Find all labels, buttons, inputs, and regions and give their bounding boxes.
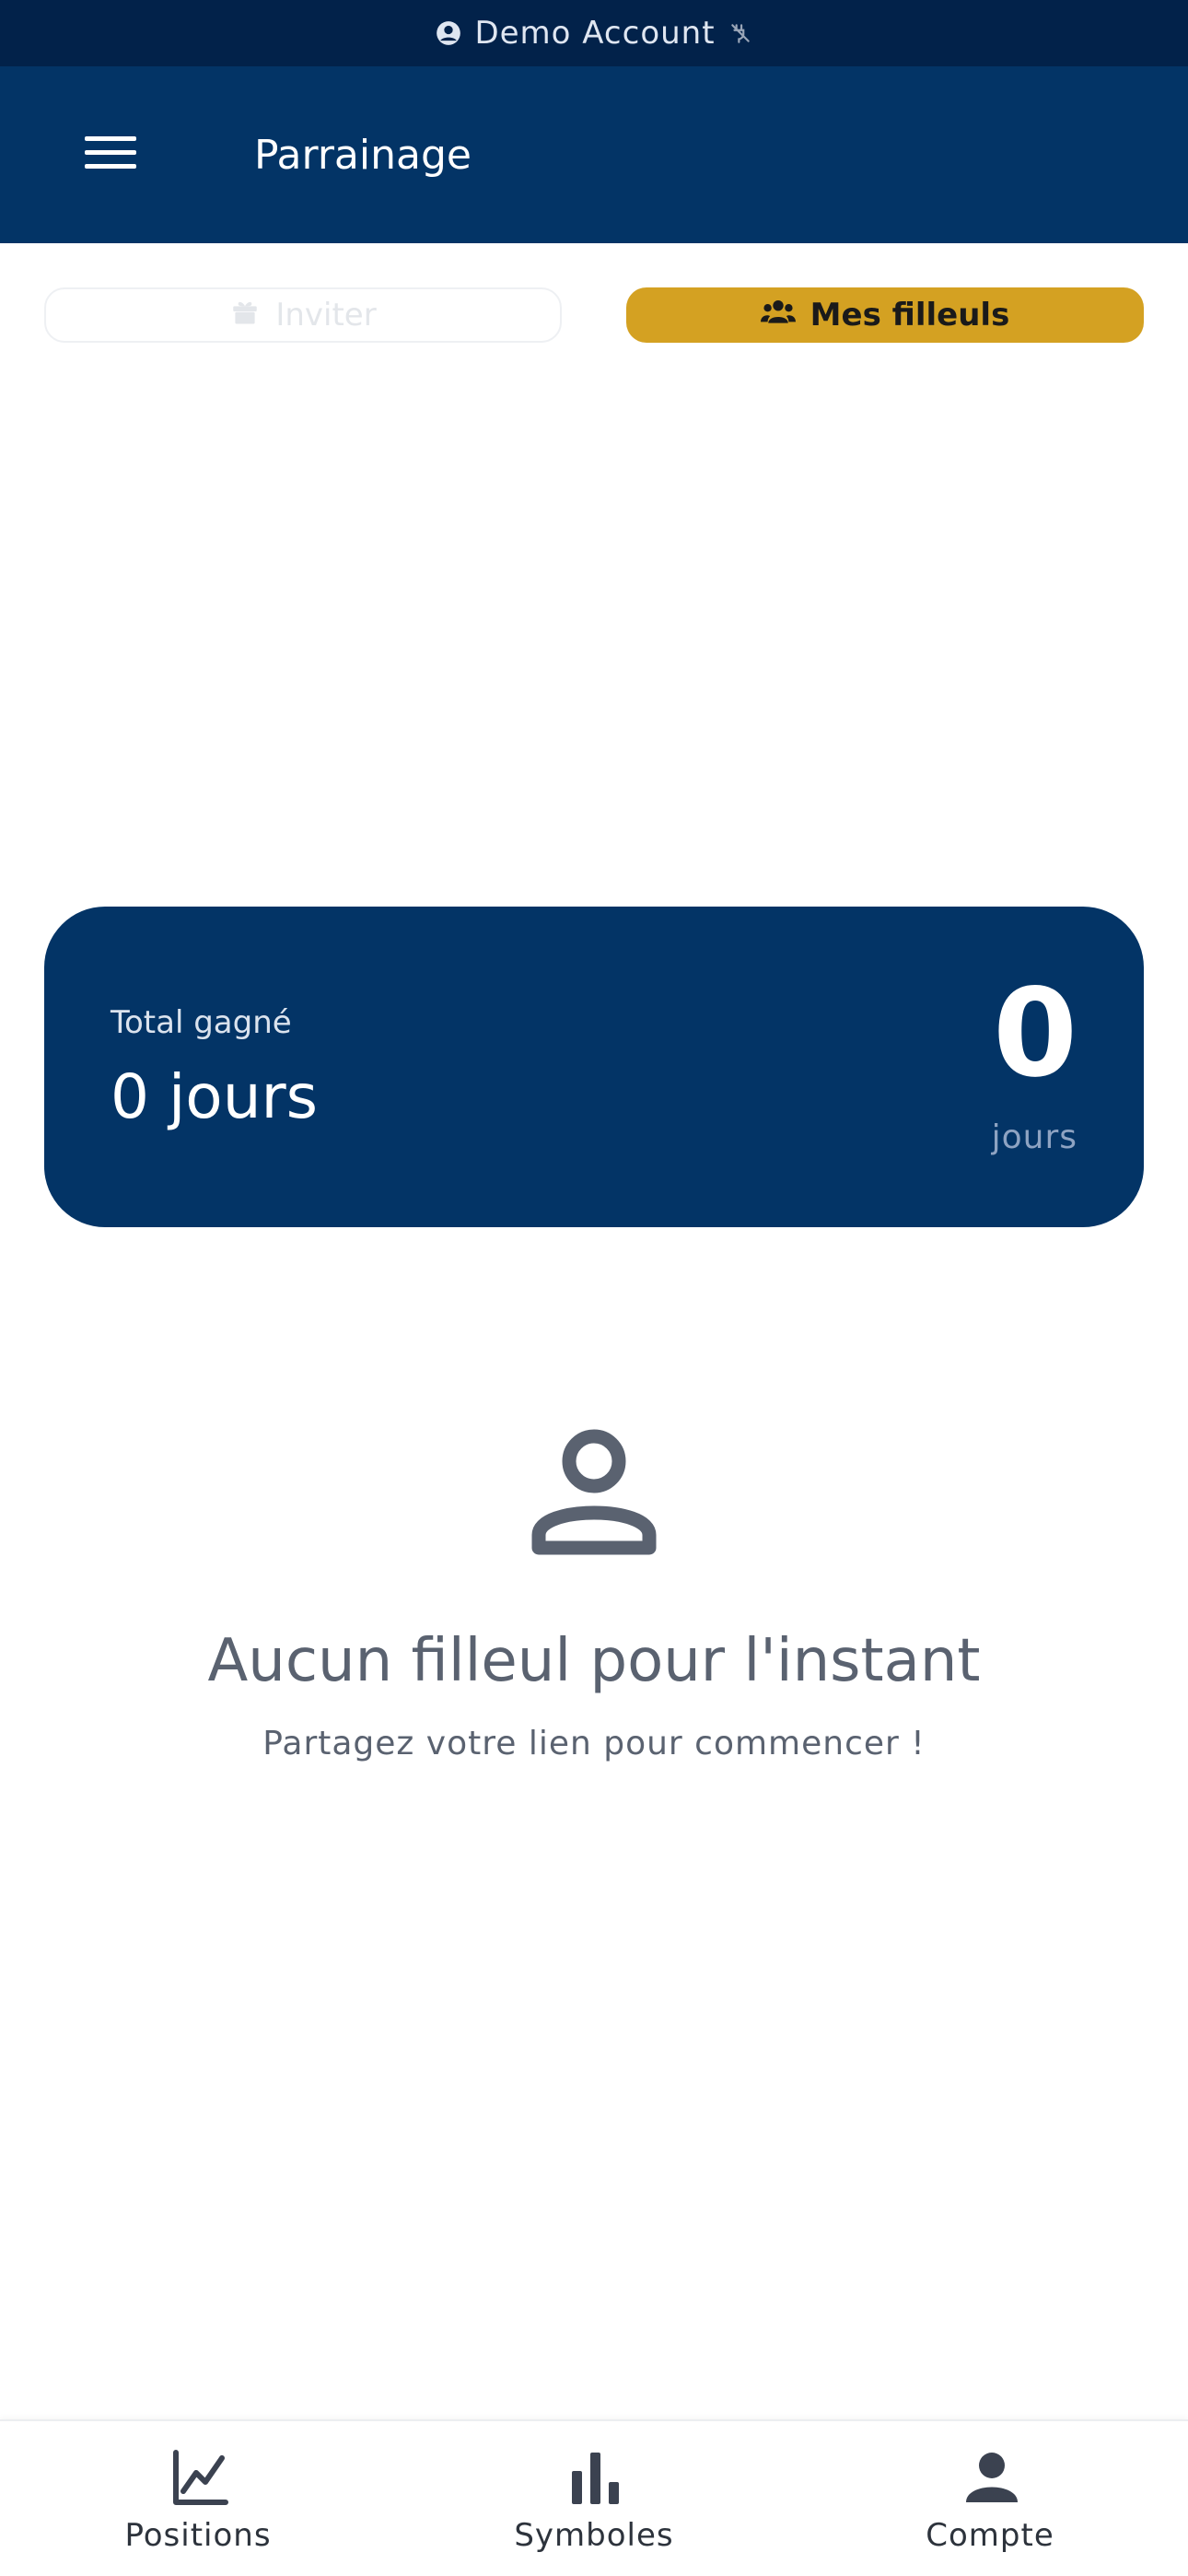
bottom-navigation: Positions Symboles Compte	[0, 2419, 1188, 2576]
total-earned-value: 0 jours	[111, 1061, 319, 1132]
account-circle-icon	[436, 20, 461, 46]
hamburger-menu-icon	[85, 135, 136, 175]
tab-my-referrals-label: Mes filleuls	[809, 297, 1010, 334]
page-title: Parrainage	[254, 131, 472, 179]
total-days-number: 0	[993, 963, 1077, 1105]
tab-invite-label: Inviter	[275, 297, 377, 334]
app-bar: Parrainage	[0, 66, 1188, 243]
person-outline-icon	[531, 1426, 657, 1555]
gift-icon	[229, 296, 261, 335]
demo-account-banner: Demo Account	[0, 0, 1188, 66]
nav-positions[interactable]: Positions	[51, 2421, 345, 2576]
group-icon	[760, 297, 796, 334]
empty-state-title: Aucun filleul pour l'instant	[207, 1627, 981, 1695]
tab-invite[interactable]: Inviter	[44, 287, 562, 343]
nav-account-label: Compte	[926, 2517, 1054, 2554]
line-chart-icon	[173, 2450, 228, 2505]
person-icon	[966, 2453, 1018, 2502]
total-earned-card: Total gagné 0 jours 0 jours	[44, 907, 1144, 1227]
disconnected-icon	[728, 21, 752, 45]
total-days-unit: jours	[991, 1118, 1077, 1156]
nav-account[interactable]: Compte	[843, 2421, 1137, 2576]
demo-account-label: Demo Account	[474, 15, 716, 52]
nav-symbols[interactable]: Symboles	[447, 2421, 741, 2576]
nav-symbols-label: Symboles	[514, 2517, 674, 2554]
tab-my-referrals[interactable]: Mes filleuls	[626, 287, 1144, 343]
menu-button[interactable]	[66, 111, 155, 199]
empty-state-subtitle: Partagez votre lien pour commencer !	[262, 1725, 926, 1762]
referral-page: Demo Account Parrainage Inviter Mes fill…	[0, 0, 1188, 2576]
bar-chart-icon	[572, 2453, 619, 2504]
total-earned-label: Total gagné	[111, 1004, 292, 1041]
nav-positions-label: Positions	[124, 2517, 272, 2554]
